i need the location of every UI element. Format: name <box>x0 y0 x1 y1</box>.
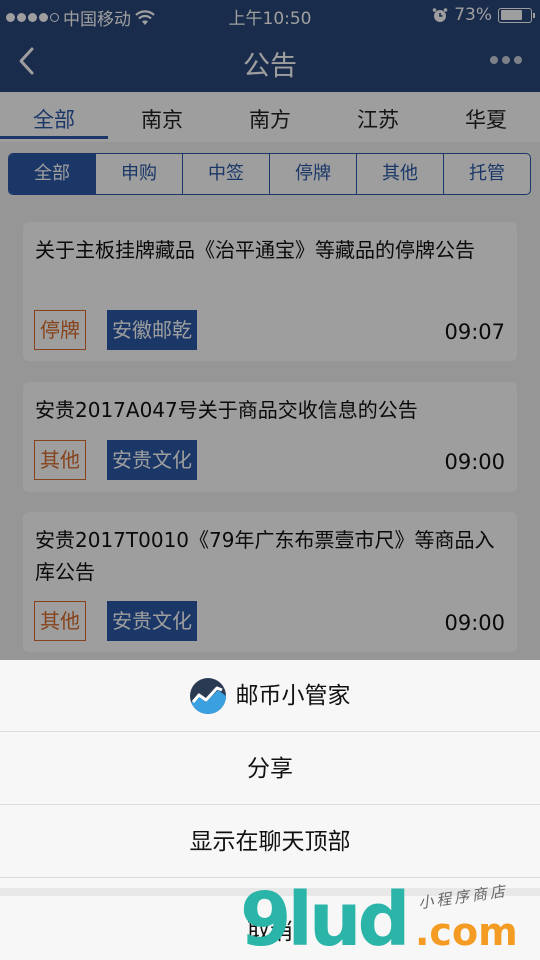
modal-backdrop[interactable] <box>0 0 540 660</box>
sheet-header: 邮币小管家 <box>0 660 540 732</box>
watermark-logo: 9lud .com 小程序商店 <box>240 880 540 960</box>
share-option[interactable]: 分享 <box>0 733 540 805</box>
watermark-tagline: 小程序商店 <box>417 881 509 913</box>
pin-to-top-option[interactable]: 显示在聊天顶部 <box>0 806 540 878</box>
watermark-domain: .com <box>415 910 518 954</box>
app-logo-icon <box>189 677 226 714</box>
watermark-brand: 9lud <box>240 877 411 960</box>
sheet-app-name: 邮币小管家 <box>235 682 351 709</box>
